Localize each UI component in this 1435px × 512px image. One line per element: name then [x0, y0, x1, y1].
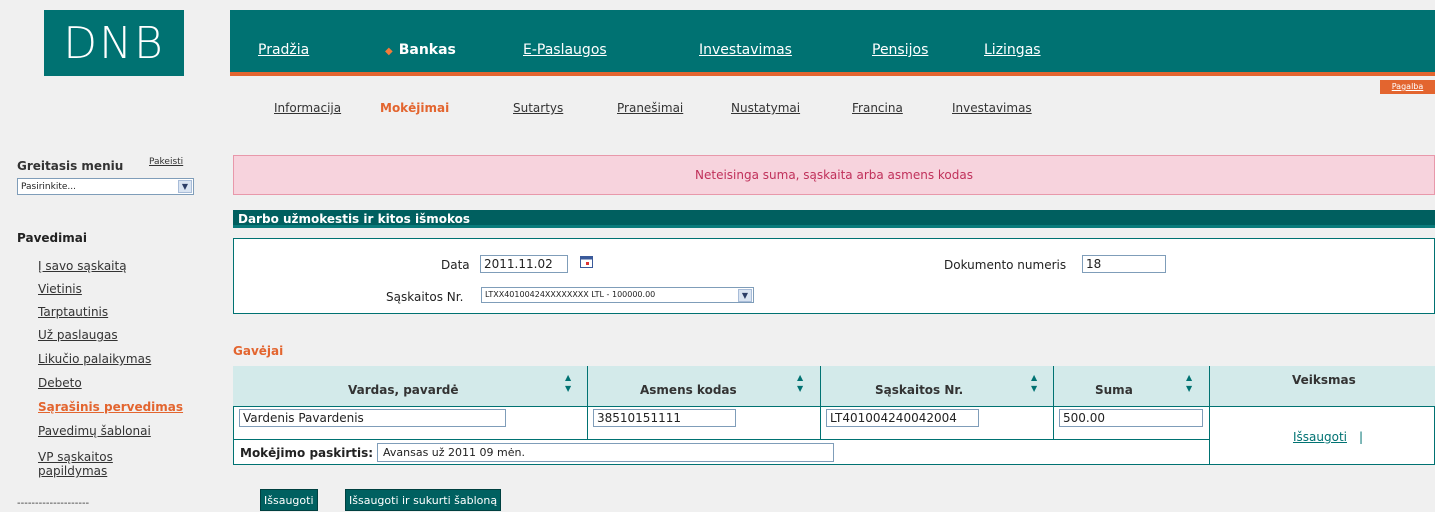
sidebar-item-uz-paslaugas[interactable]: Už paslaugas — [38, 328, 118, 342]
nav-pensijos[interactable]: Pensijos — [872, 42, 928, 58]
col-divider — [1209, 366, 1210, 465]
date-label: Data — [441, 258, 470, 272]
chevron-down-icon[interactable]: ▼ — [738, 289, 752, 302]
sidebar-title: Pavedimai — [17, 231, 87, 245]
subnav-nustatymai[interactable]: Nustatymai — [731, 101, 800, 115]
col-personal-code: Asmens kodas — [640, 383, 737, 397]
sidebar-item-sarasinis[interactable]: Sąrašinis pervedimas — [38, 400, 183, 414]
dnb-logo[interactable]: DNB — [44, 10, 184, 76]
col-name: Vardas, pavardė — [348, 383, 459, 397]
chevron-down-icon[interactable]: ▼ — [178, 180, 192, 193]
nav-pradzia[interactable]: Pradžia — [258, 42, 309, 58]
account-selected: LTXX40100424XXXXXXXX LTL - 100000.00 — [485, 290, 656, 299]
subnav-sutartys[interactable]: Sutartys — [513, 101, 563, 115]
active-dot-icon: ◆ — [385, 46, 393, 57]
doc-number-label: Dokumento numeris — [944, 258, 1067, 272]
subnav-pranesimai[interactable]: Pranešimai — [617, 101, 683, 115]
subnav-mokejimai[interactable]: Mokėjimai — [380, 101, 449, 115]
quick-menu-title: Greitasis meniu — [17, 159, 124, 173]
account-label: Sąskaitos Nr. — [386, 290, 464, 304]
recipient-account-input[interactable]: LT401004240042004 — [826, 409, 979, 427]
section-title: Darbo užmokestis ir kitos išmokos — [233, 210, 1435, 228]
quick-menu-selected: Pasirinkite... — [21, 182, 76, 192]
help-link[interactable]: Pagalba — [1380, 80, 1435, 94]
subnav-investavimas[interactable]: Investavimas — [952, 101, 1032, 115]
col-divider — [820, 366, 821, 440]
nav-investavimas[interactable]: Investavimas — [699, 42, 792, 58]
table-header-divider — [233, 406, 1435, 407]
table-row-divider — [233, 439, 1209, 440]
col-account: Sąskaitos Nr. — [875, 383, 964, 397]
recipient-code-input[interactable]: 38510151111 — [593, 409, 736, 427]
sort-arrows-icon[interactable]: ▲ ▼ — [565, 372, 571, 394]
sidebar-item-tarptautinis[interactable]: Tarptautinis — [38, 305, 108, 319]
quick-menu-select[interactable]: Pasirinkite... ▼ — [17, 178, 194, 195]
page: DNB Pradžia ◆ Bankas E-Paslaugos Investav… — [0, 0, 1435, 511]
sidebar-item-vietinis[interactable]: Vietinis — [38, 282, 82, 296]
subnav-francina[interactable]: Francina — [852, 101, 903, 115]
sidebar-item-own-account[interactable]: Į savo sąskaitą — [38, 259, 127, 273]
quick-menu-change-link[interactable]: Pakeisti — [149, 157, 183, 167]
sidebar-item-likucio[interactable]: Likučio palaikymas — [38, 352, 151, 366]
purpose-label: Mokėjimo paskirtis: — [240, 446, 374, 460]
col-amount: Suma — [1095, 383, 1133, 397]
sidebar-item-vp-papildymas[interactable]: papildymas — [38, 464, 107, 478]
account-select[interactable]: LTXX40100424XXXXXXXX LTL - 100000.00 ▼ — [481, 287, 754, 303]
row-save-link[interactable]: Išsaugoti — [1293, 430, 1347, 444]
save-button[interactable]: Išsaugoti — [260, 489, 318, 511]
recipient-amount-input[interactable]: 500.00 — [1059, 409, 1203, 427]
recipients-title: Gavėjai — [233, 344, 284, 358]
doc-number-input[interactable]: 18 — [1082, 255, 1166, 273]
action-separator: | — [1359, 430, 1364, 444]
col-divider — [587, 366, 588, 440]
nav-lizingas[interactable]: Lizingas — [984, 42, 1041, 58]
recipient-name-input[interactable]: Vardenis Pavardenis — [239, 409, 506, 427]
sort-arrows-icon[interactable]: ▲ ▼ — [797, 372, 803, 394]
save-template-button[interactable]: Išsaugoti ir sukurti šabloną — [345, 489, 502, 511]
col-divider — [1053, 366, 1054, 440]
sort-arrows-icon[interactable]: ▲ ▼ — [1186, 372, 1192, 394]
sidebar-item-vp-saskaitos[interactable]: VP sąskaitos — [38, 450, 113, 464]
nav-accent-bar — [230, 72, 1435, 76]
purpose-input[interactable]: Avansas už 2011 09 mėn. — [377, 443, 834, 462]
nav-bankas-label: Bankas — [398, 42, 456, 58]
sidebar-item-sablonai[interactable]: Pavedimų šablonai — [38, 424, 151, 438]
calendar-icon[interactable] — [580, 255, 593, 268]
subnav-informacija[interactable]: Informacija — [274, 101, 341, 115]
top-navigation: Pradžia ◆ Bankas E-Paslaugos Investavimas… — [230, 10, 1435, 74]
date-input[interactable]: 2011.11.02 — [480, 255, 568, 273]
sort-arrows-icon[interactable]: ▲ ▼ — [1031, 372, 1037, 394]
sidebar-separator: -------------------- — [17, 498, 90, 509]
col-action: Veiksmas — [1292, 373, 1356, 387]
sidebar-item-debeto[interactable]: Debeto — [38, 376, 82, 390]
nav-e-paslaugos[interactable]: E-Paslaugos — [523, 42, 607, 58]
error-message: Neteisinga suma, sąskaita arba asmens ko… — [233, 155, 1435, 195]
nav-bankas[interactable]: ◆ Bankas — [385, 42, 456, 58]
